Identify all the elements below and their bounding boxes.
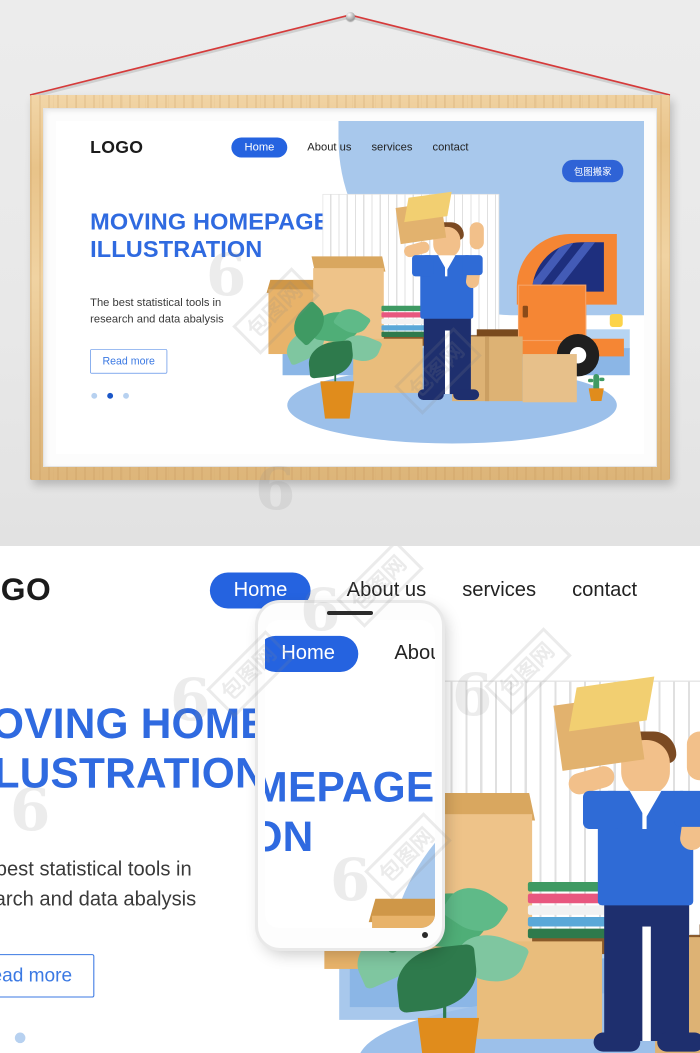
cactus xyxy=(593,374,600,391)
zoom-character-shoe-left xyxy=(593,1032,641,1052)
cactus-arm-left xyxy=(588,378,594,383)
plant-pot xyxy=(320,381,355,419)
nav-links: Home About us services contact xyxy=(231,137,469,158)
zoom-character-legs xyxy=(604,901,689,1042)
zoom-thumbs-up-icon xyxy=(686,731,700,781)
zoom-mover-character xyxy=(551,676,700,1053)
truck-door-handle xyxy=(522,305,528,318)
zoom-site-logo[interactable]: LOGO xyxy=(0,573,51,609)
cactus-arm-right xyxy=(599,377,605,382)
phone-screen[interactable]: LOGO Home About us services contact MOVI… xyxy=(265,620,435,928)
wall-nail xyxy=(346,12,355,21)
character-legs xyxy=(423,316,471,395)
zoom-character-placket xyxy=(642,797,647,830)
phone-nav-links: Home About us services contact xyxy=(265,635,435,672)
nav-item-about-us[interactable]: About us xyxy=(307,141,351,154)
potted-plant xyxy=(281,300,383,419)
character-shoe-left xyxy=(417,389,444,400)
nav-item-home[interactable]: Home xyxy=(231,137,288,158)
moving-illustration xyxy=(266,190,630,449)
phone-web-page: LOGO Home About us services contact MOVI… xyxy=(265,620,435,928)
phone-navbar: LOGO Home About us services contact xyxy=(265,635,435,672)
character-sleeve-left xyxy=(412,255,434,277)
hero-subtext-line-1: The best statistical tools in xyxy=(90,296,222,309)
cactus-pot xyxy=(588,388,604,402)
watermark-badge[interactable]: 包图搬家 xyxy=(562,159,624,183)
carried-box-lid xyxy=(404,191,452,223)
zoomed-preview-section: LOGO Home About us services contact 包图搬家… xyxy=(0,546,700,1053)
carousel-dot-1[interactable] xyxy=(91,392,98,399)
hero-subtext: The best statistical tools in research a… xyxy=(90,295,284,327)
phone-box-a xyxy=(372,915,435,928)
carousel-dot-2[interactable] xyxy=(107,392,114,399)
zoom-character-shoe-right xyxy=(657,1032,700,1052)
phone-nav-item-about-us[interactable]: About us xyxy=(394,642,435,665)
read-more-button[interactable]: Read more xyxy=(90,349,168,374)
phone-nav-item-home[interactable]: Home xyxy=(265,635,359,672)
mover-character xyxy=(394,191,506,407)
zoom-plant-pot xyxy=(417,1017,480,1053)
zoom-character-sleeve-right xyxy=(674,790,700,827)
zoom-nav-item-about-us[interactable]: About us xyxy=(347,579,426,602)
character-placket xyxy=(444,258,448,277)
carousel-dot-3[interactable] xyxy=(123,392,129,399)
truck-headlamp xyxy=(609,314,623,327)
framed-artwork: LOGO Home About us services contact 包图搬家… xyxy=(56,121,644,454)
zoom-nav-item-contact[interactable]: contact xyxy=(572,579,637,602)
picture-frame: LOGO Home About us services contact 包图搬家… xyxy=(30,95,670,480)
hero-subtext-line-2: research and data abalysis xyxy=(90,312,224,325)
zoom-read-more-button[interactable]: Read more xyxy=(0,954,95,998)
phone-moving-illustration xyxy=(368,738,435,928)
nav-item-contact[interactable]: contact xyxy=(432,141,468,154)
character-shoe-right xyxy=(453,389,480,400)
phone-speaker xyxy=(327,611,373,615)
carousel-dots xyxy=(91,392,129,399)
wall-background: LOGO Home About us services contact 包图搬家… xyxy=(0,0,700,546)
box-e xyxy=(522,354,577,403)
site-logo[interactable]: LOGO xyxy=(90,137,143,157)
frame-mat: LOGO Home About us services contact 包图搬家… xyxy=(43,108,657,467)
character-sleeve-right xyxy=(462,255,483,276)
truck-door xyxy=(517,284,587,342)
thumbs-up-icon xyxy=(469,222,484,250)
zoom-carousel-dot-3[interactable] xyxy=(14,1032,26,1044)
zoom-carousel-dots xyxy=(0,1032,26,1044)
nav-item-services[interactable]: services xyxy=(371,141,412,154)
site-navbar: LOGO Home About us services contact xyxy=(90,137,608,158)
phone-camera-icon xyxy=(422,932,428,938)
web-page-artwork: LOGO Home About us services contact 包图搬家… xyxy=(56,121,644,451)
screenshot-root: LOGO Home About us services contact 包图搬家… xyxy=(0,0,700,1053)
zoom-nav-item-services[interactable]: services xyxy=(462,579,536,602)
zoom-character-sleeve-left xyxy=(582,790,622,830)
phone-mockup[interactable]: LOGO Home About us services contact MOVI… xyxy=(258,603,442,948)
